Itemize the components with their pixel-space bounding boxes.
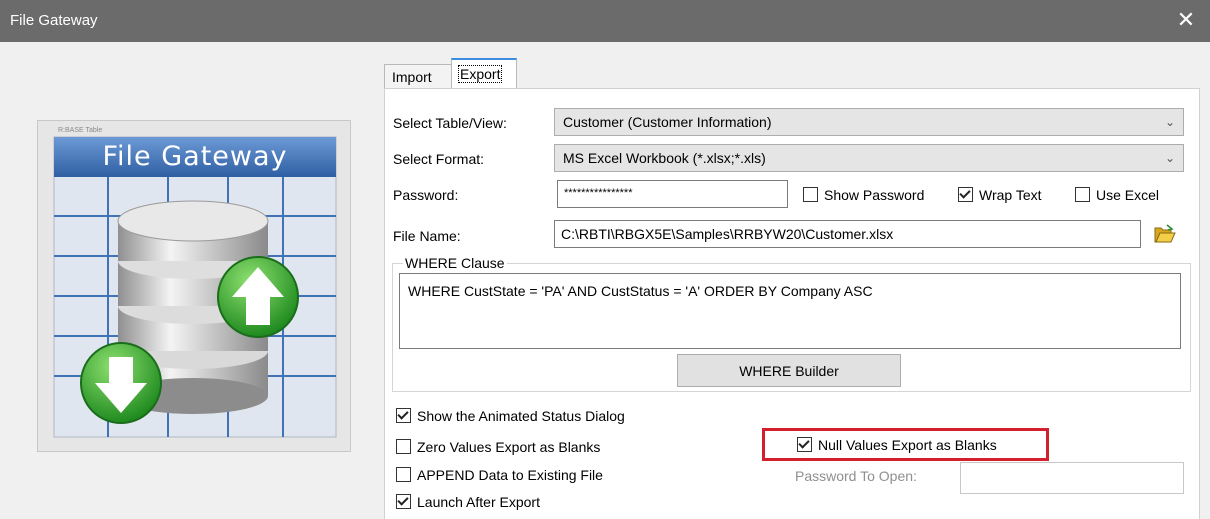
arrow-down-icon (80, 342, 162, 424)
show-password-label: Show Password (824, 187, 925, 203)
format-select[interactable]: MS Excel Workbook (*.xlsx;*.xls) ⌄ (554, 144, 1184, 172)
append-data-label: APPEND Data to Existing File (417, 467, 603, 483)
tab-import-label: Import (392, 69, 432, 85)
where-clause-legend: WHERE Clause (403, 255, 507, 271)
password-to-open-label: Password To Open: (795, 468, 917, 484)
password-to-open-input[interactable] (960, 462, 1184, 494)
password-label: Password: (393, 187, 459, 203)
launch-after-export-label: Launch After Export (417, 494, 540, 510)
launch-after-export-checkbox[interactable]: Launch After Export (396, 492, 540, 512)
chevron-down-icon: ⌄ (1164, 115, 1175, 129)
use-excel-label: Use Excel (1096, 187, 1160, 203)
launch-after-export-box[interactable] (396, 494, 411, 509)
tab-export-label: Export (457, 65, 503, 83)
null-values-label: Null Values Export as Blanks (818, 437, 997, 453)
use-excel-box[interactable] (1075, 187, 1090, 202)
table-label: Select Table/View: (393, 115, 507, 131)
tab-export[interactable]: Export (451, 58, 517, 90)
show-password-checkbox[interactable]: Show Password (803, 185, 924, 205)
file-name-value: C:\RBTI\RBGX5E\Samples\RRBYW20\Customer.… (561, 226, 894, 242)
format-label: Select Format: (393, 151, 485, 167)
where-builder-button[interactable]: WHERE Builder (677, 354, 901, 387)
title-bar: File Gateway ✕ (0, 0, 1210, 42)
arrow-up-icon (217, 256, 299, 338)
show-password-box[interactable] (803, 187, 818, 202)
wrap-text-checkbox[interactable]: Wrap Text (958, 185, 1042, 205)
append-data-box[interactable] (396, 467, 411, 482)
chevron-down-icon: ⌄ (1164, 151, 1175, 165)
wrap-text-box[interactable] (958, 187, 973, 202)
file-name-input[interactable]: C:\RBTI\RBGX5E\Samples\RRBYW20\Customer.… (554, 220, 1141, 248)
password-value: **************** (564, 187, 633, 199)
null-values-checkbox[interactable]: Null Values Export as Blanks (797, 435, 997, 455)
animated-status-box[interactable] (396, 408, 411, 423)
zero-values-label: Zero Values Export as Blanks (417, 439, 601, 455)
window-title: File Gateway (10, 12, 98, 29)
zero-values-box[interactable] (396, 439, 411, 454)
null-values-box[interactable] (797, 437, 812, 452)
use-excel-checkbox[interactable]: Use Excel (1075, 185, 1159, 205)
close-icon[interactable]: ✕ (1174, 8, 1198, 32)
file-name-label: File Name: (393, 228, 461, 244)
where-clause-text[interactable]: WHERE CustState = 'PA' AND CustStatus = … (399, 273, 1181, 349)
zero-values-checkbox[interactable]: Zero Values Export as Blanks (396, 437, 600, 457)
table-select[interactable]: Customer (Customer Information) ⌄ (554, 108, 1184, 136)
animated-status-checkbox[interactable]: Show the Animated Status Dialog (396, 406, 625, 426)
banner-heading: File Gateway (102, 141, 288, 172)
format-select-value: MS Excel Workbook (*.xlsx;*.xls) (563, 150, 766, 166)
file-gateway-illustration: R:BASE Table File Gateway (37, 120, 351, 452)
password-input[interactable]: **************** (557, 180, 788, 208)
table-select-value: Customer (Customer Information) (563, 114, 772, 130)
tab-import[interactable]: Import (384, 64, 452, 89)
animated-status-label: Show the Animated Status Dialog (417, 408, 625, 424)
wrap-text-label: Wrap Text (979, 187, 1042, 203)
folder-open-icon[interactable] (1154, 224, 1176, 244)
append-data-checkbox[interactable]: APPEND Data to Existing File (396, 465, 603, 485)
